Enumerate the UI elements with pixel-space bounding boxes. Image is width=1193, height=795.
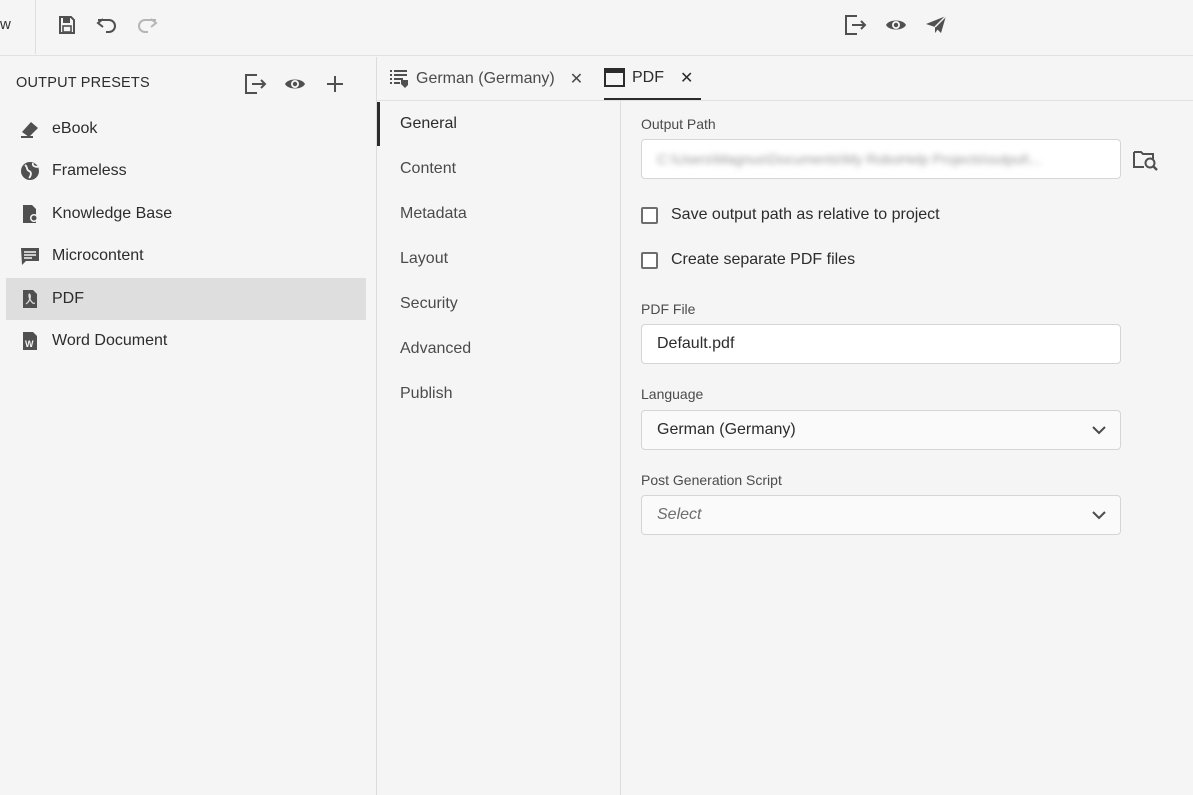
publish-button[interactable] xyxy=(923,12,949,38)
nav-content[interactable]: Content xyxy=(377,147,620,191)
tab-pdf[interactable]: PDF ✕ xyxy=(604,57,701,100)
save-relative-checkbox[interactable] xyxy=(641,206,658,224)
preset-label: eBook xyxy=(52,120,98,137)
panel-title: OUTPUT PRESETS xyxy=(16,75,150,91)
preview-icon xyxy=(886,20,906,30)
ebook-icon xyxy=(19,118,41,140)
save-relative-checkbox-row[interactable]: Save output path as relative to project xyxy=(641,206,940,224)
pdf-file-input[interactable]: Default.pdf xyxy=(641,324,1121,364)
export-preset-button[interactable] xyxy=(242,71,268,97)
preview-icon xyxy=(285,79,305,89)
output-path-field[interactable]: C:\Users\Magnus\Documents\My RoboHelp Pr… xyxy=(641,139,1121,179)
post-script-placeholder: Select xyxy=(657,506,702,523)
output-path-label: Output Path xyxy=(641,116,716,132)
export-button[interactable] xyxy=(842,12,868,38)
close-tab-icon[interactable]: ✕ xyxy=(570,69,583,89)
separate-pdf-label: Create separate PDF files xyxy=(671,251,856,268)
chevron-down-icon xyxy=(1092,510,1106,519)
undo-icon xyxy=(96,18,116,33)
language-label: Language xyxy=(641,386,704,402)
browse-button[interactable] xyxy=(1132,147,1160,173)
preset-pdf[interactable]: PDF xyxy=(6,278,366,320)
language-value: German (Germany) xyxy=(657,421,796,438)
preset-word-document[interactable]: W Word Document xyxy=(6,320,366,362)
redo-icon xyxy=(138,18,158,33)
save-relative-label: Save output path as relative to project xyxy=(671,206,940,223)
separate-pdf-checkbox[interactable] xyxy=(641,251,658,269)
nav-publish[interactable]: Publish xyxy=(377,372,620,416)
output-path-value: C:\Users\Magnus\Documents\My RoboHelp Pr… xyxy=(657,151,1042,167)
pdf-icon xyxy=(19,288,41,310)
microcontent-icon xyxy=(19,245,41,267)
post-script-select[interactable]: Select xyxy=(641,495,1121,535)
post-script-label: Post Generation Script xyxy=(641,472,782,488)
add-icon xyxy=(327,76,343,92)
save-icon xyxy=(59,16,75,34)
toolbar-divider xyxy=(35,0,36,54)
window-icon xyxy=(604,68,625,87)
separate-pdf-checkbox-row[interactable]: Create separate PDF files xyxy=(641,251,855,269)
top-toolbar xyxy=(0,0,1193,56)
tab-label: PDF xyxy=(632,68,664,86)
nav-advanced[interactable]: Advanced xyxy=(377,327,620,371)
preset-label: PDF xyxy=(52,290,84,307)
preset-frameless[interactable]: Frameless xyxy=(6,150,366,192)
publish-icon xyxy=(926,15,947,33)
settings-nav: General Content Metadata Layout Security… xyxy=(377,101,621,795)
export-icon xyxy=(245,74,267,94)
preset-knowledge-base[interactable]: Knowledge Base xyxy=(6,193,366,235)
svg-text:W: W xyxy=(25,339,34,349)
tab-label: German (Germany) xyxy=(416,69,555,87)
preset-label: Knowledge Base xyxy=(52,205,173,222)
preset-label: Word Document xyxy=(52,332,168,349)
save-button[interactable] xyxy=(54,12,80,38)
output-presets-panel: OUTPUT PRESETS eBook Frameless Knowledge… xyxy=(0,57,377,795)
language-select[interactable]: German (Germany) xyxy=(641,410,1121,450)
chevron-down-icon xyxy=(1092,425,1106,434)
nav-general[interactable]: General xyxy=(377,102,620,146)
globe-icon xyxy=(19,160,41,182)
undo-button[interactable] xyxy=(94,12,120,38)
pdf-file-label: PDF File xyxy=(641,301,696,317)
preview-button[interactable] xyxy=(883,12,909,38)
language-list-icon xyxy=(390,69,408,88)
redo-button[interactable] xyxy=(134,12,160,38)
knowledge-base-icon xyxy=(19,203,41,225)
export-icon xyxy=(845,15,867,35)
nav-security[interactable]: Security xyxy=(377,282,620,326)
preview-preset-button[interactable] xyxy=(282,71,308,97)
nav-layout[interactable]: Layout xyxy=(377,237,620,281)
word-icon: W xyxy=(19,330,41,352)
close-tab-icon[interactable]: ✕ xyxy=(680,68,693,88)
add-preset-button[interactable] xyxy=(322,71,348,97)
folder-search-icon xyxy=(1133,151,1158,171)
nav-metadata[interactable]: Metadata xyxy=(377,192,620,236)
preset-ebook[interactable]: eBook xyxy=(6,108,366,150)
pdf-file-value: Default.pdf xyxy=(657,335,735,352)
preset-microcontent[interactable]: Microcontent xyxy=(6,235,366,277)
toolbar-truncated-label: w xyxy=(0,16,11,33)
tab-german-germany[interactable]: German (Germany) ✕ xyxy=(389,57,583,100)
preset-label: Microcontent xyxy=(52,247,144,264)
preset-label: Frameless xyxy=(52,162,127,179)
